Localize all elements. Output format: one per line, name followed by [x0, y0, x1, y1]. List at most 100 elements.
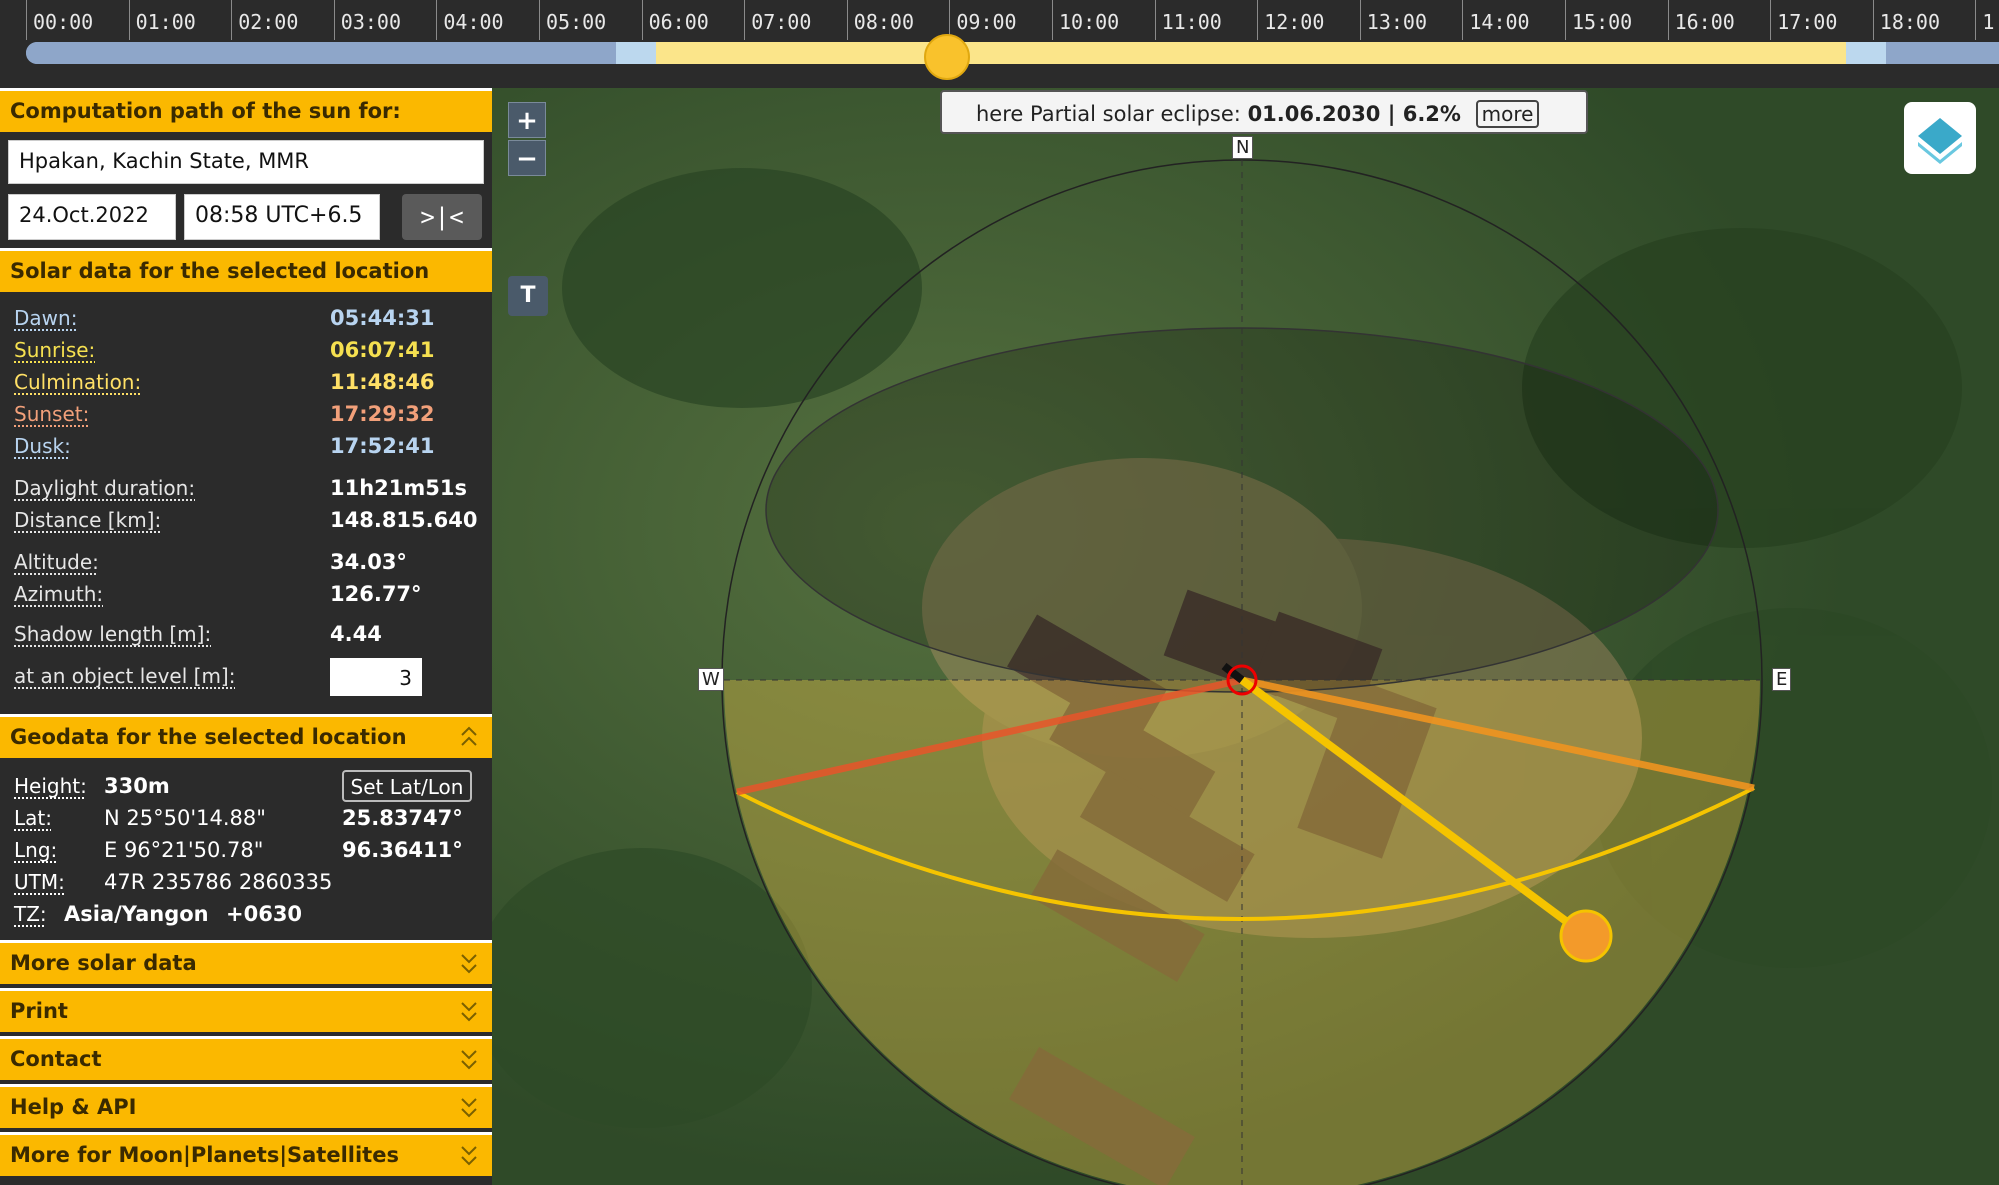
- chevron-up-icon[interactable]: [460, 723, 478, 751]
- sun-position-marker[interactable]: [1559, 909, 1613, 963]
- culmination-label[interactable]: Culmination:: [14, 370, 141, 394]
- height-label[interactable]: Height:: [14, 774, 87, 798]
- dusk-value: 17:52:41: [330, 434, 435, 458]
- solar-section-header[interactable]: Solar data for the selected location: [0, 248, 492, 292]
- sunset-value: 17:29:32: [330, 402, 435, 426]
- now-toggle-button[interactable]: >|<: [402, 194, 482, 240]
- chevron-down-icon[interactable]: [460, 1141, 478, 1169]
- t-button[interactable]: T: [508, 276, 548, 316]
- sunrise-label[interactable]: Sunrise:: [14, 338, 95, 362]
- timeline-twilight-segment: [616, 42, 656, 64]
- contact-label: Contact: [10, 1047, 102, 1071]
- timeline-hour-tick[interactable]: 12:00: [1257, 0, 1359, 40]
- more-solar-data-section[interactable]: More solar data: [0, 940, 492, 984]
- utm-label[interactable]: UTM:: [14, 870, 65, 894]
- object-level-label[interactable]: at an object level [m]:: [14, 664, 235, 688]
- timeline-hour-tick[interactable]: 09:00: [949, 0, 1051, 40]
- timeline-hour-tick[interactable]: 05:00: [539, 0, 641, 40]
- tz-offset-value: +0630: [226, 902, 303, 926]
- timeline-time-handle[interactable]: [924, 34, 970, 80]
- timeline-hour-tick[interactable]: 01:00: [128, 0, 231, 40]
- lat-dms-value: N 25°50'14.88": [104, 806, 266, 830]
- date-input[interactable]: 24.Oct.2022: [8, 194, 176, 240]
- timeline-hour-tick[interactable]: 1: [1975, 0, 1999, 40]
- solar-header-label: Solar data for the selected location: [10, 259, 430, 283]
- help-api-section[interactable]: Help & API: [0, 1084, 492, 1128]
- timeline-hour-tick[interactable]: 18:00: [1872, 0, 1975, 40]
- chevron-down-icon[interactable]: [460, 997, 478, 1025]
- timeline-hour-tick[interactable]: 17:00: [1770, 0, 1872, 40]
- satellite-map[interactable]: + − T here Partial solar eclipse: 01.06.…: [492, 88, 1999, 1185]
- timeline-bar[interactable]: 00:00 01:00 02:00 03:00 04:00 05:00 06:00 07:00…: [0, 0, 1999, 88]
- timeline-hour-label: 01:00: [135, 10, 196, 34]
- timeline-hour-tick[interactable]: 06:00: [641, 0, 744, 40]
- compass-west: W: [698, 668, 724, 691]
- dusk-label[interactable]: Dusk:: [14, 434, 71, 458]
- timeline-hour-tick[interactable]: 02:00: [231, 0, 333, 40]
- dawn-label[interactable]: Dawn:: [14, 306, 77, 330]
- zoom-in-button[interactable]: +: [508, 102, 546, 138]
- shadow-length-value: 4.44: [330, 622, 382, 646]
- object-level-input[interactable]: 3: [330, 658, 422, 696]
- altitude-label[interactable]: Altitude:: [14, 550, 99, 574]
- timeline-track[interactable]: [26, 42, 1999, 64]
- altitude-value: 34.03°: [330, 550, 407, 574]
- geo-section-header[interactable]: Geodata for the selected location: [0, 714, 492, 758]
- layers-icon: [1918, 118, 1962, 164]
- dawn-value: 05:44:31: [330, 306, 435, 330]
- eclipse-more-button[interactable]: more: [1475, 100, 1540, 128]
- tz-label[interactable]: TZ:: [14, 902, 47, 926]
- timeline-hour-label: 17:00: [1777, 10, 1838, 34]
- height-value: 330m: [104, 774, 170, 798]
- timeline-hour-tick[interactable]: 14:00: [1462, 0, 1564, 40]
- eclipse-banner: here Partial solar eclipse: 01.06.2030 |…: [940, 90, 1588, 134]
- eclipse-prefix: here Partial solar eclipse:: [976, 102, 1241, 126]
- timeline-hour-tick[interactable]: 11:00: [1154, 0, 1257, 40]
- zoom-out-button[interactable]: −: [508, 140, 546, 176]
- timeline-dusk-segment: [1846, 42, 1886, 64]
- lng-dms-value: E 96°21'50.78": [104, 838, 264, 862]
- daylight-label[interactable]: Daylight duration:: [14, 476, 195, 500]
- azimuth-label[interactable]: Azimuth:: [14, 582, 103, 606]
- set-latlon-button[interactable]: Set Lat/Lon: [342, 770, 472, 802]
- timeline-hour-tick[interactable]: 13:00: [1359, 0, 1462, 40]
- timeline-hour-label: 11:00: [1161, 10, 1222, 34]
- sunset-label[interactable]: Sunset:: [14, 402, 89, 426]
- chevron-down-icon[interactable]: [460, 949, 478, 977]
- shadow-length-label[interactable]: Shadow length [m]:: [14, 622, 211, 646]
- more-solar-data-label: More solar data: [10, 951, 197, 975]
- contact-section[interactable]: Contact: [0, 1036, 492, 1080]
- chevron-down-icon[interactable]: [460, 1045, 478, 1073]
- timeline-hour-label: 02:00: [238, 10, 299, 34]
- path-header-label: Computation path of the sun for:: [10, 99, 401, 123]
- timeline-hour-label: 09:00: [956, 10, 1017, 34]
- timeline-hour-tick[interactable]: 10:00: [1052, 0, 1154, 40]
- tz-value: Asia/Yangon: [64, 902, 209, 926]
- timeline-hour-tick[interactable]: 03:00: [333, 0, 436, 40]
- timeline-hour-label: 12:00: [1264, 10, 1325, 34]
- daylight-value: 11h21m51s: [330, 476, 468, 500]
- layers-button[interactable]: [1904, 102, 1976, 174]
- timeline-hour-tick[interactable]: 07:00: [744, 0, 846, 40]
- timeline-hour-label: 18:00: [1879, 10, 1941, 34]
- chevron-down-icon[interactable]: [460, 1093, 478, 1121]
- help-api-label: Help & API: [10, 1095, 137, 1119]
- timeline-hour-tick[interactable]: 16:00: [1667, 0, 1770, 40]
- timeline-hour-label: 10:00: [1059, 10, 1120, 34]
- lng-label[interactable]: Lng:: [14, 838, 57, 862]
- timeline-hour-tick[interactable]: 08:00: [846, 0, 949, 40]
- print-section[interactable]: Print: [0, 988, 492, 1032]
- geo-header-label: Geodata for the selected location: [10, 725, 407, 749]
- timeline-hour-tick[interactable]: 04:00: [436, 0, 538, 40]
- path-section-header: Computation path of the sun for:: [0, 88, 492, 132]
- moon-planets-section[interactable]: More for Moon|Planets|Satellites: [0, 1132, 492, 1176]
- lat-decimal-value: 25.83747°: [342, 806, 463, 830]
- timeline-hour-tick[interactable]: 15:00: [1565, 0, 1667, 40]
- timeline-hour-label: 08:00: [853, 10, 915, 34]
- distance-label[interactable]: Distance [km]:: [14, 508, 161, 532]
- time-input[interactable]: 08:58 UTC+6.5: [184, 194, 380, 240]
- azimuth-value: 126.77°: [330, 582, 422, 606]
- timeline-hour-tick[interactable]: 00:00: [26, 0, 128, 40]
- location-input[interactable]: Hpakan, Kachin State, MMR: [8, 140, 484, 184]
- lat-label[interactable]: Lat:: [14, 806, 52, 830]
